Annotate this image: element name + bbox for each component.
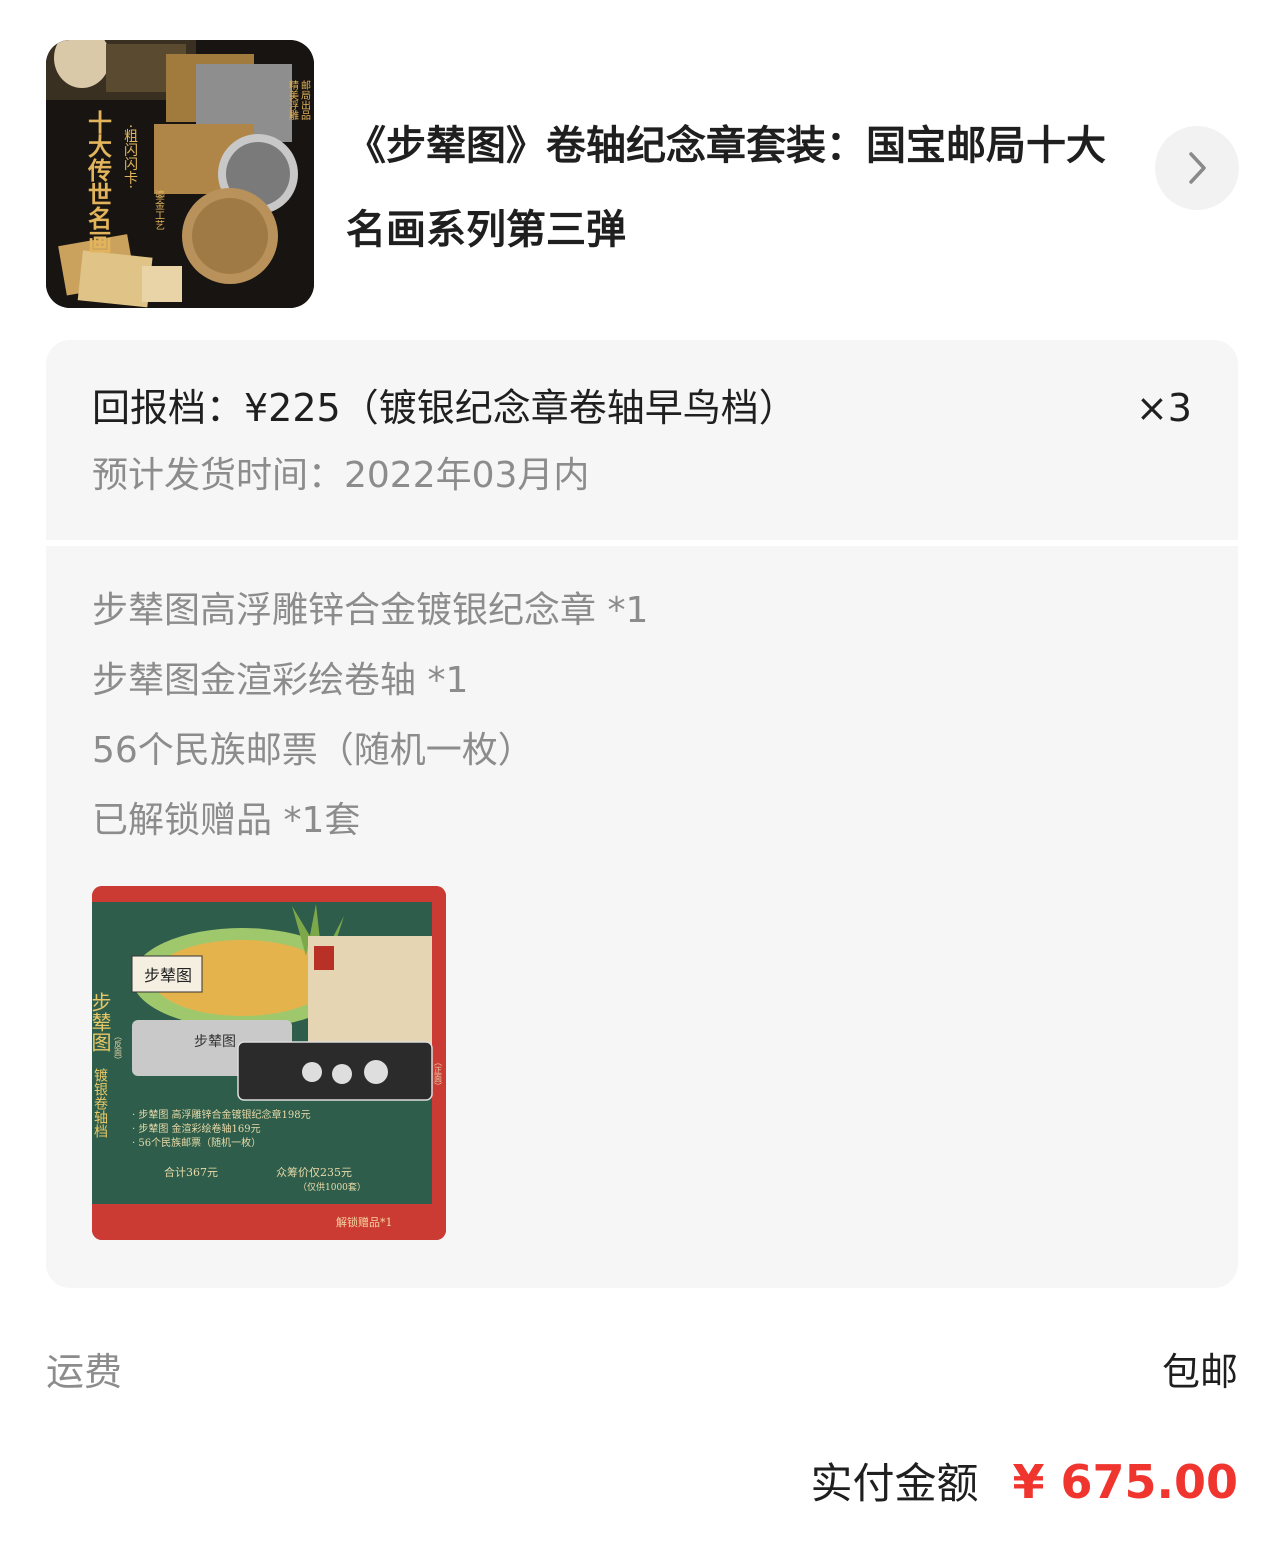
front-label: （正面） [434,1058,443,1090]
gift-list-line-2: · 步辇图 金渲彩绘卷轴169元 [132,1122,261,1135]
reverse-label: （反面） [114,1032,123,1064]
gift-image[interactable]: 步辇图 步辇图 （反面） （正面） 步辇图 镀银卷轴档 · 步辇图 高浮雕锌合金… [92,886,446,1240]
thumbnail-side-1: 鎏金工艺 [153,189,165,230]
total-amount: ¥ 675.00 [1012,1455,1238,1509]
chevron-right-icon [1189,152,1206,184]
total-row: 实付金额 ¥ 675.00 [810,1450,1238,1516]
medal-label: 步辇图 [194,1034,236,1050]
gift-image-art: 步辇图 步辇图 （反面） （正面） 步辇图 镀银卷轴档 · 步辇图 高浮雕锌合金… [92,886,446,1240]
gift-unlock-label: 解锁赠品*1 [336,1215,393,1229]
gift-vertical-title: 步辇图 [92,992,112,1052]
order-detail-page: 十大传世名画 ·粗闪闪卡· 鎏金工艺 精美浮雕 邮局出品 《步辇图》卷轴纪念章套… [0,0,1284,1563]
gift-crowd-price: 众筹价仅235元 [276,1165,352,1179]
list-item: 56个民族邮票（随机一枚） [92,730,534,771]
thumbnail-subtitle: ·粗闪闪卡· [122,124,138,189]
product-thumbnail[interactable]: 十大传世名画 ·粗闪闪卡· 鎏金工艺 精美浮雕 邮局出品 [46,40,314,308]
gift-vertical-subtitle: 镀银卷轴档 [92,1067,108,1138]
gift-list-line-1: · 步辇图 高浮雕锌合金镀银纪念章198元 [132,1108,311,1121]
list-item: 已解锁赠品 *1套 [92,800,361,841]
product-thumbnail-art: 十大传世名画 ·粗闪闪卡· 鎏金工艺 精美浮雕 邮局出品 [46,40,314,308]
total-label: 实付金额 [810,1459,979,1508]
estimated-ship-time: 预计发货时间：2022年03月内 [92,455,590,496]
divider [46,540,1238,546]
list-item: 步辇图金渲彩绘卷轴 *1 [92,660,469,701]
reward-card: 回报档：¥225（镀银纪念章卷轴早鸟档） ×3 预计发货时间：2022年03月内… [46,340,1238,1288]
reward-items-list: 步辇图高浮雕锌合金镀银纪念章 *1 步辇图金渲彩绘卷轴 *1 56个民族邮票（随… [92,576,648,856]
shipping-value: 包邮 [1161,1350,1238,1394]
shipping-label: 运费 [46,1350,123,1394]
reward-tier-title: 回报档：¥225（镀银纪念章卷轴早鸟档） [92,386,797,430]
gift-limited: （仅供1000套） [298,1181,366,1193]
scroll-label: 步辇图 [144,966,192,985]
thumbnail-side-2: 精美浮雕 [287,79,299,121]
gift-original-total: 合计367元 [164,1165,218,1179]
thumbnail-side-3: 邮局出品 [299,79,311,121]
gift-list-line-3: · 56个民族邮票（随机一枚） [132,1136,261,1149]
product-title[interactable]: 《步辇图》卷轴纪念章套装：国宝邮局十大名画系列第三弹 [346,104,1126,272]
product-detail-button[interactable] [1155,126,1239,210]
reward-quantity: ×3 [1135,386,1192,430]
thumbnail-title: 十大传世名画 [84,110,113,254]
list-item: 步辇图高浮雕锌合金镀银纪念章 *1 [92,590,649,631]
